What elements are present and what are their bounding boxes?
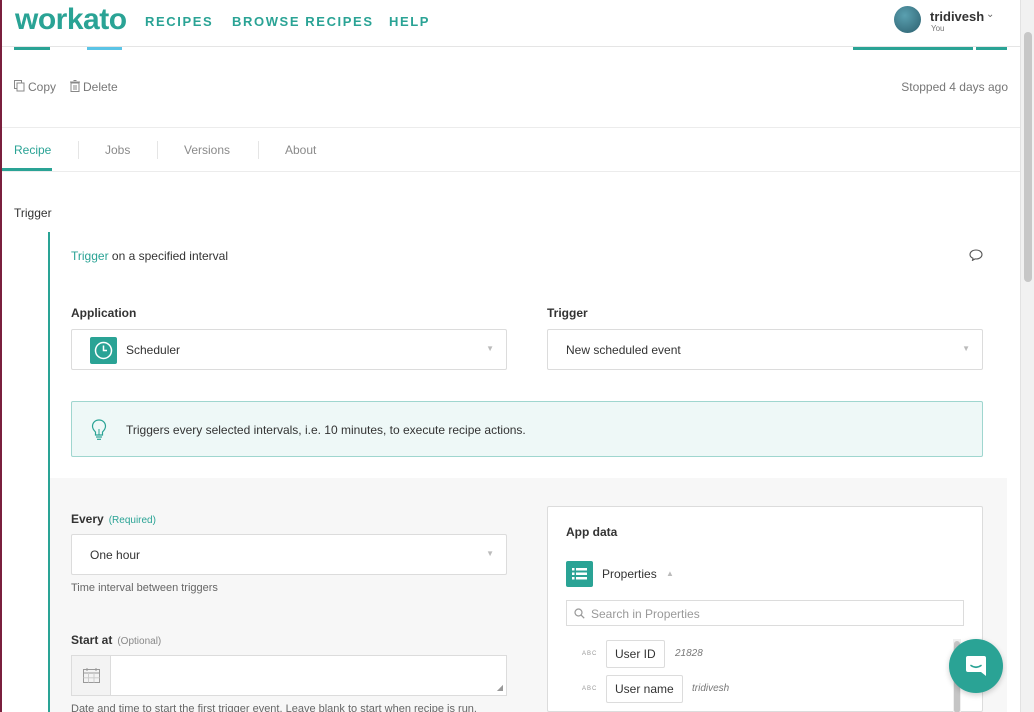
- user-name: tridivesh: [930, 9, 985, 24]
- nav-help[interactable]: HELP: [389, 14, 430, 29]
- caret-down-icon: ▼: [486, 344, 494, 353]
- clock-icon: [90, 337, 117, 364]
- chat-launcher-button[interactable]: [949, 639, 1003, 693]
- workato-logo[interactable]: workato: [15, 3, 127, 37]
- every-value: One hour: [90, 548, 141, 562]
- tab-divider: [258, 141, 259, 159]
- string-type-badge: ABC: [582, 686, 598, 692]
- trigger-title-rest: on a specified interval: [108, 249, 228, 263]
- trigger-info-box: Triggers every selected intervals, i.e. …: [71, 401, 983, 457]
- header-button-edge: [853, 47, 973, 50]
- divider: [2, 127, 1020, 128]
- data-pill-user-id[interactable]: User ID: [606, 640, 665, 668]
- avatar: [894, 6, 921, 33]
- search-placeholder: Search in Properties: [591, 607, 700, 621]
- application-select[interactable]: Scheduler ▼: [71, 329, 507, 370]
- divider: [2, 171, 1020, 172]
- chevron-down-icon: ⌄: [986, 9, 995, 20]
- data-pill-user-name[interactable]: User name: [606, 675, 683, 703]
- copy-button[interactable]: Copy: [14, 80, 56, 94]
- copy-label: Copy: [28, 80, 57, 94]
- tab-divider: [157, 141, 158, 159]
- sample-value: 21828: [675, 648, 703, 659]
- start-at-label: Start at (Optional): [71, 633, 161, 647]
- header-button-edge: [14, 47, 50, 50]
- resize-handle-icon[interactable]: ◢: [497, 683, 503, 692]
- section-label-trigger: Trigger: [14, 206, 52, 220]
- top-nav-bar: workato RECIPES BROWSE RECIPES HELP trid…: [2, 0, 1020, 47]
- delete-button[interactable]: Delete: [70, 80, 118, 94]
- sample-value: tridivesh: [692, 683, 730, 694]
- nav-browse-recipes[interactable]: BROWSE RECIPES: [232, 14, 374, 29]
- application-value: Scheduler: [126, 343, 181, 357]
- window-edge: [0, 0, 2, 712]
- trigger-label: Trigger: [547, 306, 588, 320]
- every-hint: Time interval between triggers: [71, 582, 218, 594]
- every-select[interactable]: One hour ▼: [71, 534, 507, 575]
- tab-recipe[interactable]: Recipe: [14, 143, 51, 157]
- start-at-hint: Date and time to start the first trigger…: [71, 703, 477, 712]
- every-label: Every (Required): [71, 512, 156, 526]
- tab-versions[interactable]: Versions: [184, 143, 230, 157]
- info-text: Triggers every selected intervals, i.e. …: [126, 423, 526, 437]
- chat-icon: [966, 656, 986, 676]
- app-data-panel: App data Properties ▲ Search in Properti…: [547, 506, 983, 712]
- scroll-thumb[interactable]: [1024, 32, 1032, 282]
- trigger-select[interactable]: New scheduled event ▼: [547, 329, 983, 370]
- start-at-input[interactable]: ◢: [71, 655, 507, 696]
- nav-recipes[interactable]: RECIPES: [145, 14, 213, 29]
- user-menu[interactable]: tridivesh You ⌄: [894, 6, 1004, 38]
- start-at-label-text: Start at: [71, 633, 113, 647]
- header-button-edge: [87, 47, 122, 50]
- tab-jobs[interactable]: Jobs: [105, 143, 130, 157]
- tab-divider: [78, 141, 79, 159]
- caret-up-icon[interactable]: ▲: [666, 569, 674, 578]
- required-tag: (Required): [108, 515, 156, 526]
- user-sub: You: [931, 24, 945, 33]
- application-label: Application: [71, 306, 137, 320]
- calendar-icon[interactable]: [72, 656, 111, 695]
- header-button-edge: [976, 47, 1007, 50]
- trigger-card-title: Trigger on a specified interval: [71, 249, 228, 263]
- string-type-badge: ABC: [582, 651, 598, 657]
- caret-down-icon: ▼: [962, 344, 970, 353]
- copy-icon: [14, 80, 25, 92]
- every-label-text: Every: [71, 512, 104, 526]
- search-icon: [574, 608, 585, 619]
- caret-down-icon: ▼: [486, 549, 494, 558]
- app-data-title: App data: [566, 525, 618, 539]
- recipe-status: Stopped 4 days ago: [901, 80, 1008, 94]
- properties-toggle[interactable]: Properties: [602, 567, 657, 581]
- comment-icon[interactable]: [969, 249, 983, 261]
- trash-icon: [70, 80, 80, 92]
- optional-tag: (Optional): [117, 636, 162, 647]
- tab-about[interactable]: About: [285, 143, 316, 157]
- delete-label: Delete: [83, 80, 118, 94]
- trigger-link[interactable]: Trigger: [71, 249, 109, 263]
- list-icon: [566, 561, 593, 587]
- page-scrollbar[interactable]: [1020, 0, 1034, 712]
- lightbulb-icon: [91, 419, 107, 440]
- properties-search-input[interactable]: Search in Properties: [566, 600, 964, 626]
- trigger-value: New scheduled event: [566, 343, 681, 357]
